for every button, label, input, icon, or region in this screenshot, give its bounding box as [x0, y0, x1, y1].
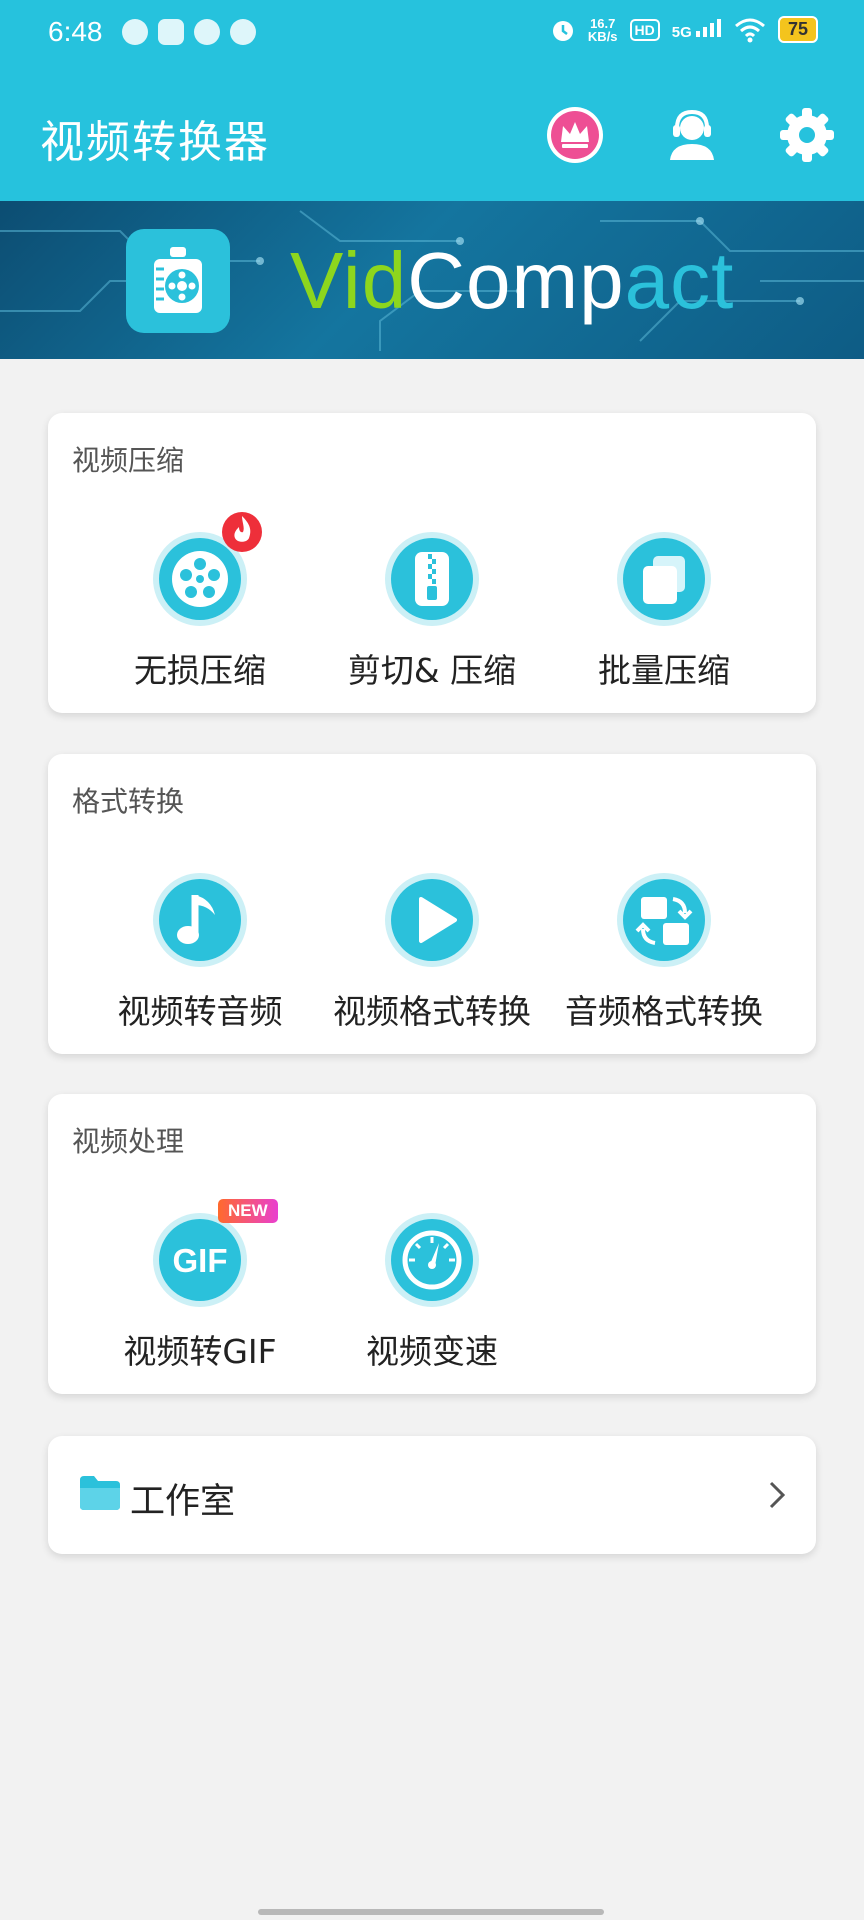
brand-name: VidCompact: [290, 235, 734, 327]
status-time: 6:48: [48, 16, 103, 47]
stack-icon: [617, 532, 711, 626]
brand-act: act: [624, 236, 735, 325]
section-title: 格式转换: [72, 785, 185, 818]
net-speed: 16.7 KB/s: [588, 17, 618, 43]
hot-fire-icon: [222, 512, 262, 552]
item-label: 视频转GIF: [123, 1332, 277, 1371]
video-notification-icon: [158, 19, 184, 45]
app-title: 视频转换器: [40, 117, 270, 168]
status-bar: 6:48 16.7 KB/s HD 5G 75: [0, 0, 864, 68]
new-badge: NEW: [218, 1199, 278, 1223]
gif-icon: GIF: [153, 1213, 247, 1307]
section-format-convert: 格式转换 视频转音频 视频格式转换 音频格式转换: [48, 754, 816, 1054]
gif-icon-text: GIF: [173, 1242, 228, 1279]
brand-vid: Vid: [290, 236, 408, 325]
item-label: 视频转音频: [117, 992, 283, 1031]
section-video-processing: 视频处理 GIF NEW 视频转GIF 视频变速: [48, 1094, 816, 1394]
folder-icon: [80, 1476, 120, 1510]
home-indicator[interactable]: [258, 1909, 604, 1915]
promo-banner[interactable]: VidCompact: [0, 201, 864, 359]
swap-icon: [617, 873, 711, 967]
section-title: 视频压缩: [72, 444, 185, 477]
signal-5g-icon: 5G: [671, 18, 722, 41]
speedometer-icon: [385, 1213, 479, 1307]
hd-badge: HD: [629, 18, 660, 41]
net-speed-unit: KB/s: [587, 28, 618, 44]
studio-entry[interactable]: 工作室: [48, 1436, 816, 1554]
status-indicators: 16.7 KB/s HD 5G 75: [550, 16, 818, 43]
notification-icons: [122, 19, 256, 45]
item-label: 剪切& 压缩: [347, 651, 517, 690]
signal-label: 5G: [671, 23, 692, 41]
studio-label: 工作室: [130, 1482, 236, 1522]
section-title: 视频处理: [72, 1125, 185, 1158]
crown-icon[interactable]: [546, 106, 604, 164]
settings-icon[interactable]: [778, 106, 836, 164]
support-icon[interactable]: [663, 106, 721, 164]
chevron-right-icon: [769, 1481, 786, 1509]
play-icon: [385, 873, 479, 967]
item-label: 视频变速: [366, 1332, 498, 1371]
app-notification-icon: [122, 19, 148, 45]
music-note-icon: [153, 873, 247, 967]
zip-icon: [385, 532, 479, 626]
top-bar: 6:48 16.7 KB/s HD 5G 75 视频转换器: [0, 0, 864, 201]
app-bar: 视频转换器: [0, 68, 864, 201]
item-label: 音频格式转换: [565, 992, 763, 1031]
game-notification-icon: [194, 19, 220, 45]
wifi-icon: [734, 18, 765, 42]
alarm-icon: [552, 20, 573, 41]
sync-notification-icon: [230, 19, 256, 45]
item-label: 无损压缩: [134, 651, 266, 690]
item-label: 视频格式转换: [333, 992, 531, 1031]
battery-indicator: 75: [777, 16, 818, 43]
app-logo: [126, 229, 230, 333]
section-video-compress: 视频压缩 无损压缩 剪切& 压缩 批量压缩: [48, 413, 816, 713]
brand-comp: Comp: [407, 236, 625, 325]
item-label: 批量压缩: [598, 651, 730, 690]
